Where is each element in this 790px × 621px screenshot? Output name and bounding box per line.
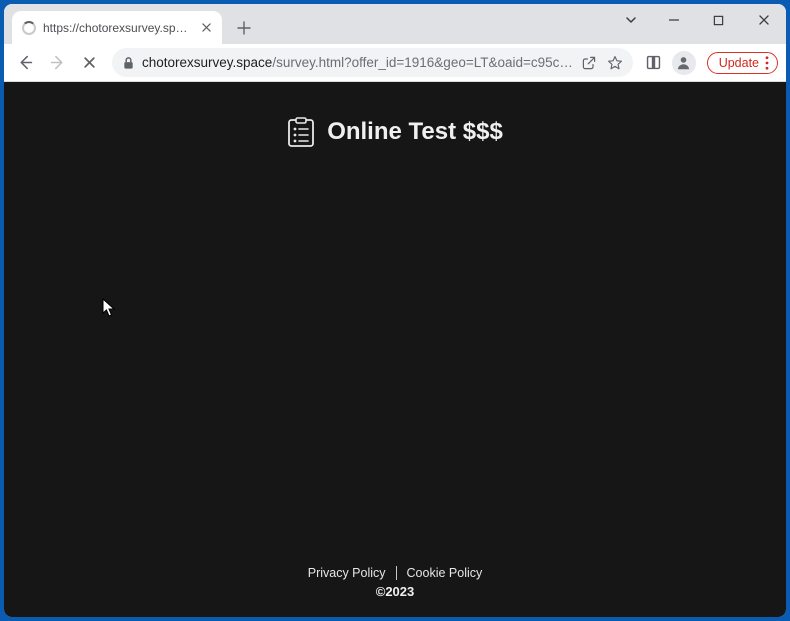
footer-links: Privacy Policy Cookie Policy [308,566,483,580]
browser-window: https://chotorexsurvey.space/sur [4,4,786,617]
page-content: Online Test $$$ Privacy Policy Cookie Po… [4,82,786,617]
stop-reload-button[interactable] [74,48,104,78]
tab-title: https://chotorexsurvey.space/sur [43,21,191,35]
footer-separator [396,566,397,580]
new-tab-button[interactable] [230,14,258,42]
privacy-policy-link[interactable]: Privacy Policy [308,566,386,580]
share-icon[interactable] [581,55,597,71]
mouse-cursor-icon [102,298,116,318]
loading-spinner-icon [22,21,36,35]
close-window-button[interactable] [741,4,786,36]
titlebar: https://chotorexsurvey.space/sur [4,4,786,44]
update-label: Update [719,56,759,70]
browser-tab[interactable]: https://chotorexsurvey.space/sur [12,11,222,44]
lock-icon[interactable] [122,56,135,70]
url-path: /survey.html?offer_id=1916&geo=LT&oaid=c… [272,55,573,70]
profile-avatar[interactable] [672,51,696,75]
back-button[interactable] [10,48,40,78]
tab-close-button[interactable] [198,20,214,36]
tab-search-button[interactable] [611,4,651,36]
copyright-text: ©2023 [376,584,415,599]
update-button[interactable]: Update [707,52,778,74]
address-bar[interactable]: chotorexsurvey.space/survey.html?offer_i… [112,48,633,77]
menu-dots-icon [765,56,769,70]
page-footer: Privacy Policy Cookie Policy ©2023 [4,566,786,599]
omnibox-icons [581,55,627,71]
page-header: Online Test $$$ [287,117,503,147]
toolbar-right: Update [645,51,778,75]
url-host: chotorexsurvey.space [142,55,272,70]
page-title: Online Test $$$ [327,118,503,146]
minimize-button[interactable] [651,4,696,36]
forward-button[interactable] [42,48,72,78]
toolbar: chotorexsurvey.space/survey.html?offer_i… [4,44,786,82]
url-text: chotorexsurvey.space/survey.html?offer_i… [142,55,574,70]
extensions-icon[interactable] [645,54,663,72]
window-controls [611,4,786,36]
maximize-button[interactable] [696,4,741,36]
bookmark-star-icon[interactable] [607,55,623,71]
clipboard-icon [287,117,315,147]
cookie-policy-link[interactable]: Cookie Policy [407,566,483,580]
